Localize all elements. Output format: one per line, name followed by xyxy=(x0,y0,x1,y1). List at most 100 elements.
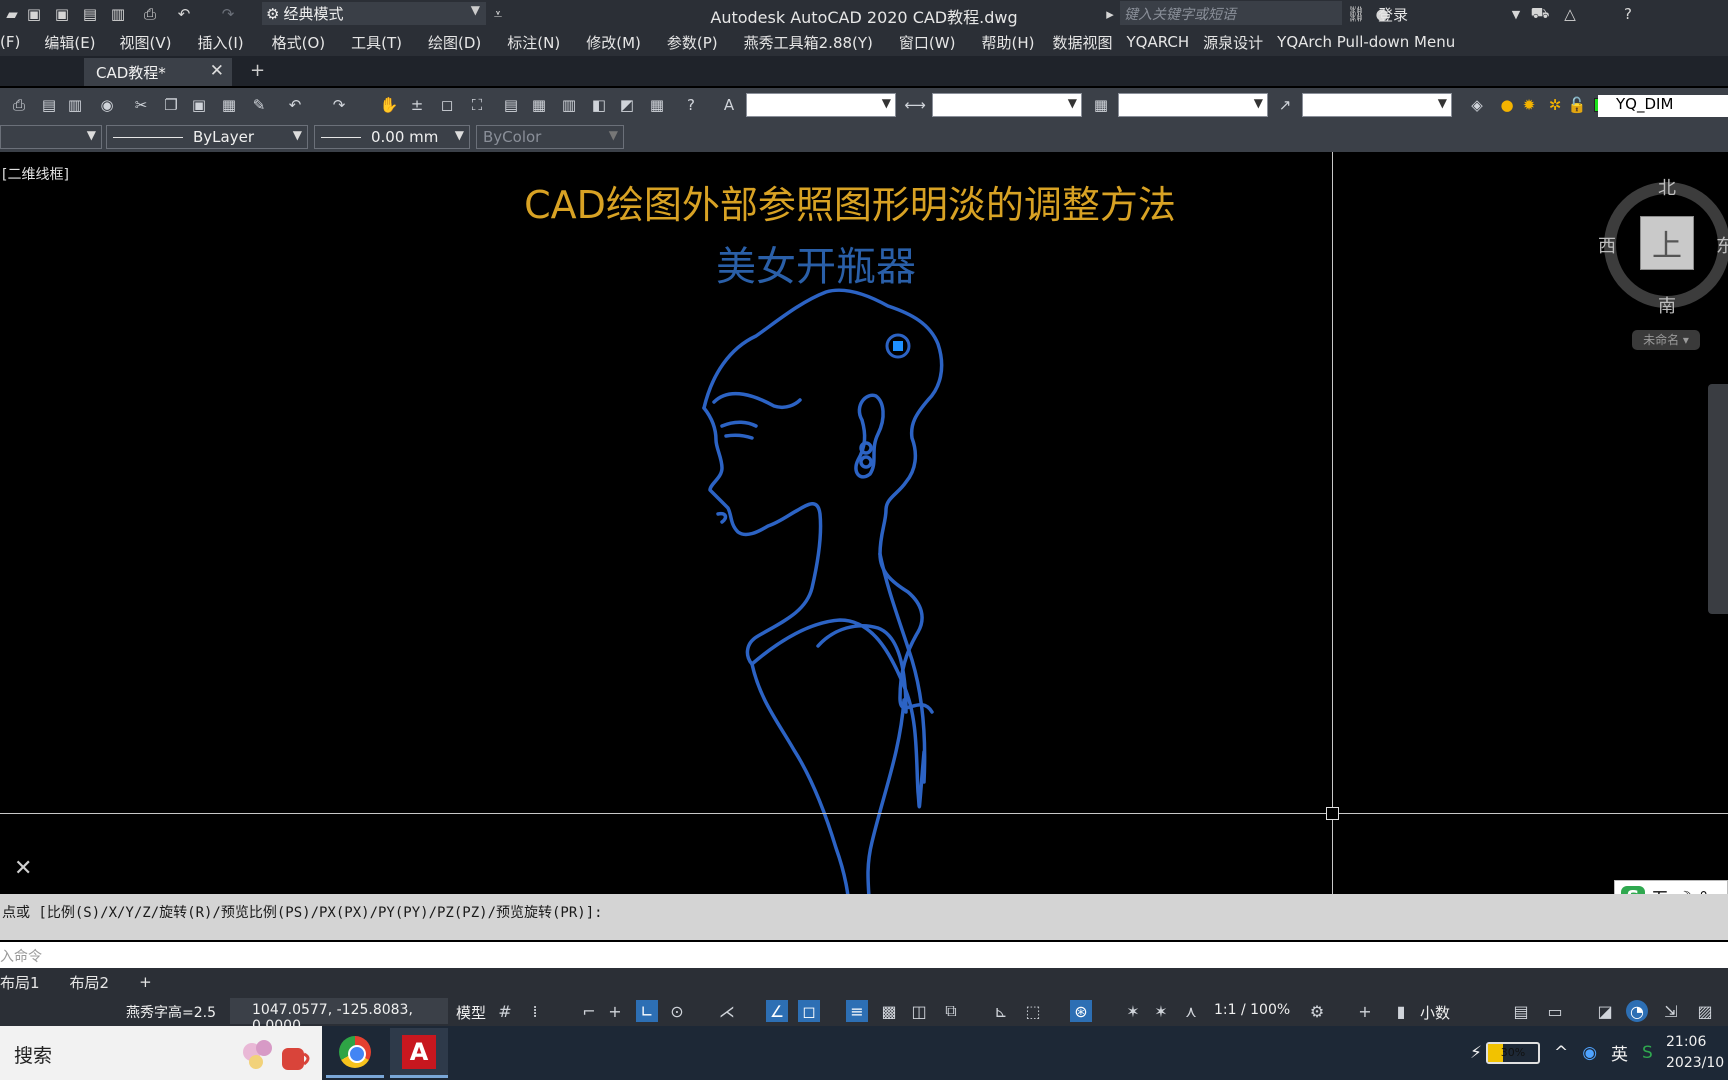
arrow-right-icon[interactable]: ▸ xyxy=(1098,3,1122,25)
multileader-style-icon[interactable]: ↗ xyxy=(1274,94,1296,116)
design-center-icon[interactable]: ▦ xyxy=(528,94,550,116)
save-as-icon[interactable]: ▣ xyxy=(50,3,74,25)
chrome-taskbar-button[interactable] xyxy=(326,1028,384,1078)
export-icon[interactable]: ▤ xyxy=(78,3,102,25)
lock-ui-icon[interactable]: ▭ xyxy=(1544,1000,1566,1022)
object-snap-icon[interactable]: ◻ xyxy=(798,1000,820,1022)
menu-draw[interactable]: 绘图(D) xyxy=(428,32,481,53)
compass-east[interactable]: 东 xyxy=(1716,232,1728,258)
menu-modify[interactable]: 修改(M) xyxy=(586,32,641,53)
save-icon[interactable]: ▣ xyxy=(22,3,46,25)
add-layout-button[interactable]: + xyxy=(139,973,166,991)
layout-tab-1[interactable]: 布局1 xyxy=(0,972,70,993)
menu-window[interactable]: 窗口(W) xyxy=(899,32,956,53)
menu-tools[interactable]: 工具(T) xyxy=(351,32,402,53)
lightbulb-icon[interactable]: ● xyxy=(1496,94,1518,116)
viewport-scale[interactable]: 1:1 / 100% xyxy=(1214,1002,1290,1018)
drawing-viewport[interactable]: [二维线框] CAD绘图外部参照图形明淡的调整方法 美女开瓶器 ✕ 上 北 南 … xyxy=(0,152,1728,894)
ime-indicator[interactable]: 英 xyxy=(1611,1040,1628,1065)
publish-icon[interactable]: ▥ xyxy=(106,3,130,25)
text-style-select[interactable]: ▼ xyxy=(746,93,896,117)
annotation-scale-icon[interactable]: ⋏ xyxy=(1180,1000,1202,1022)
autocad-taskbar-button[interactable]: A xyxy=(390,1028,448,1078)
menu-insert[interactable]: 插入(I) xyxy=(198,32,244,53)
zoom-realtime-icon[interactable]: ± xyxy=(406,94,428,116)
menu-edit[interactable]: 编辑(E) xyxy=(44,32,95,53)
menu-format[interactable]: 格式(O) xyxy=(272,32,326,53)
redo-icon[interactable]: ↷ xyxy=(328,94,350,116)
calculator-icon[interactable]: ▦ xyxy=(646,94,668,116)
quick-properties-icon[interactable]: ▤ xyxy=(1510,1000,1532,1022)
cut-icon[interactable]: ✂ xyxy=(130,94,152,116)
lineweight-select[interactable]: 0.00 mm ▼ xyxy=(314,125,470,149)
plus-icon[interactable]: + xyxy=(1354,1000,1376,1022)
tool-palettes-icon[interactable]: ▥ xyxy=(558,94,580,116)
dim-style-select[interactable]: ▼ xyxy=(932,93,1082,117)
open-icon[interactable]: ▰ xyxy=(0,3,24,25)
publish-icon[interactable]: ▥ xyxy=(64,94,86,116)
paste-icon[interactable]: ▣ xyxy=(188,94,210,116)
redo-icon[interactable]: ↷ xyxy=(216,3,240,25)
menu-file[interactable]: (F) xyxy=(0,33,20,51)
gear-icon[interactable]: ⚙ xyxy=(1306,1000,1328,1022)
zoom-previous-icon[interactable]: ⛶ xyxy=(466,94,488,116)
menu-view[interactable]: 视图(V) xyxy=(120,32,172,53)
auto-scale-icon[interactable]: ✶ xyxy=(1150,1000,1172,1022)
zoom-window-icon[interactable]: ◻ xyxy=(436,94,458,116)
infer-constraints-icon[interactable]: ⌐ xyxy=(578,1000,600,1022)
units-select[interactable]: 小数 xyxy=(1420,1002,1450,1023)
hardware-acceleration-icon[interactable]: ◔ xyxy=(1626,1000,1648,1022)
lineweight-icon[interactable]: ≡ xyxy=(846,1000,868,1022)
help-search-input[interactable]: 键入关键字或短语 xyxy=(1120,1,1342,25)
snap-icon[interactable]: ⁞ xyxy=(524,1000,546,1022)
selection-filter-icon[interactable]: ⬚ xyxy=(1022,1000,1044,1022)
multileader-style-select[interactable]: ▼ xyxy=(1302,93,1452,117)
layout-tab-2[interactable]: 布局2 xyxy=(70,972,140,993)
3d-print-icon[interactable]: ◉ xyxy=(96,94,118,116)
chevron-down-icon[interactable]: ▼ xyxy=(1504,3,1528,25)
menu-yanxiu-toolbox[interactable]: 燕秀工具箱2.88(Y) xyxy=(744,32,873,53)
menu-yuanquan[interactable]: 源泉设计 xyxy=(1203,32,1263,53)
grid-icon[interactable]: # xyxy=(494,1000,516,1022)
color-select[interactable]: ▼ xyxy=(0,125,102,149)
new-tab-button[interactable]: + xyxy=(250,60,265,81)
workspace-select[interactable]: ⚙ 经典模式 ▼ xyxy=(262,2,486,25)
model-space-button[interactable]: 模型 xyxy=(456,1002,486,1023)
plot-icon[interactable]: ⎙ xyxy=(8,94,30,116)
match-properties-icon[interactable]: ▦ xyxy=(218,94,240,116)
menu-yqarch[interactable]: YQARCH xyxy=(1126,33,1189,51)
print-icon[interactable]: ⎙ xyxy=(138,3,162,25)
clean-screen-icon[interactable]: ⇲ xyxy=(1660,1000,1682,1022)
plot-preview-icon[interactable]: ▤ xyxy=(38,94,60,116)
sheet-set-icon[interactable]: ◧ xyxy=(588,94,610,116)
customize-icon[interactable]: ⩡ xyxy=(486,3,510,25)
coordinates-display[interactable]: 1047.0577, -125.8083, 0.0000 xyxy=(230,998,448,1034)
table-style-select[interactable]: ▼ xyxy=(1118,93,1268,117)
chevron-up-icon[interactable]: ^ xyxy=(1554,1043,1568,1063)
freeze-vp-icon[interactable]: ✲ xyxy=(1544,94,1566,116)
ortho-icon[interactable]: ∟ xyxy=(636,1000,658,1022)
polar-tracking-icon[interactable]: ⊙ xyxy=(666,1000,688,1022)
menu-parametric[interactable]: 参数(P) xyxy=(667,32,718,53)
markup-icon[interactable]: ◩ xyxy=(616,94,638,116)
navigation-bar[interactable] xyxy=(1708,384,1728,614)
compass-south[interactable]: 南 xyxy=(1658,292,1676,318)
close-icon[interactable]: ✕ xyxy=(210,61,224,81)
layer-manager-icon[interactable]: ◈ xyxy=(1466,94,1488,116)
sogou-tray-icon[interactable]: S xyxy=(1642,1043,1653,1063)
properties-icon[interactable]: ▤ xyxy=(500,94,522,116)
login-button[interactable]: 登录 xyxy=(1378,4,1408,25)
dim-style-icon[interactable]: ⟷ xyxy=(904,94,926,116)
binoculars-icon[interactable]: ⛓ xyxy=(1344,3,1368,25)
layer-select[interactable]: YQ_DIM xyxy=(1598,95,1728,117)
copy-icon[interactable]: ❐ xyxy=(160,94,182,116)
menu-dimension[interactable]: 标注(N) xyxy=(507,32,560,53)
object-snap-tracking-icon[interactable]: ∠ xyxy=(766,1000,788,1022)
viewcube-top-face[interactable]: 上 xyxy=(1640,216,1694,270)
menu-help[interactable]: 帮助(H) xyxy=(981,32,1034,53)
dynamic-input-icon[interactable]: + xyxy=(604,1000,626,1022)
text-style-icon[interactable]: A xyxy=(718,94,740,116)
security-icon[interactable]: ◉ xyxy=(1582,1043,1597,1063)
document-tab[interactable]: CAD教程* ✕ xyxy=(84,58,232,86)
sun-icon[interactable]: ✹ xyxy=(1518,94,1540,116)
